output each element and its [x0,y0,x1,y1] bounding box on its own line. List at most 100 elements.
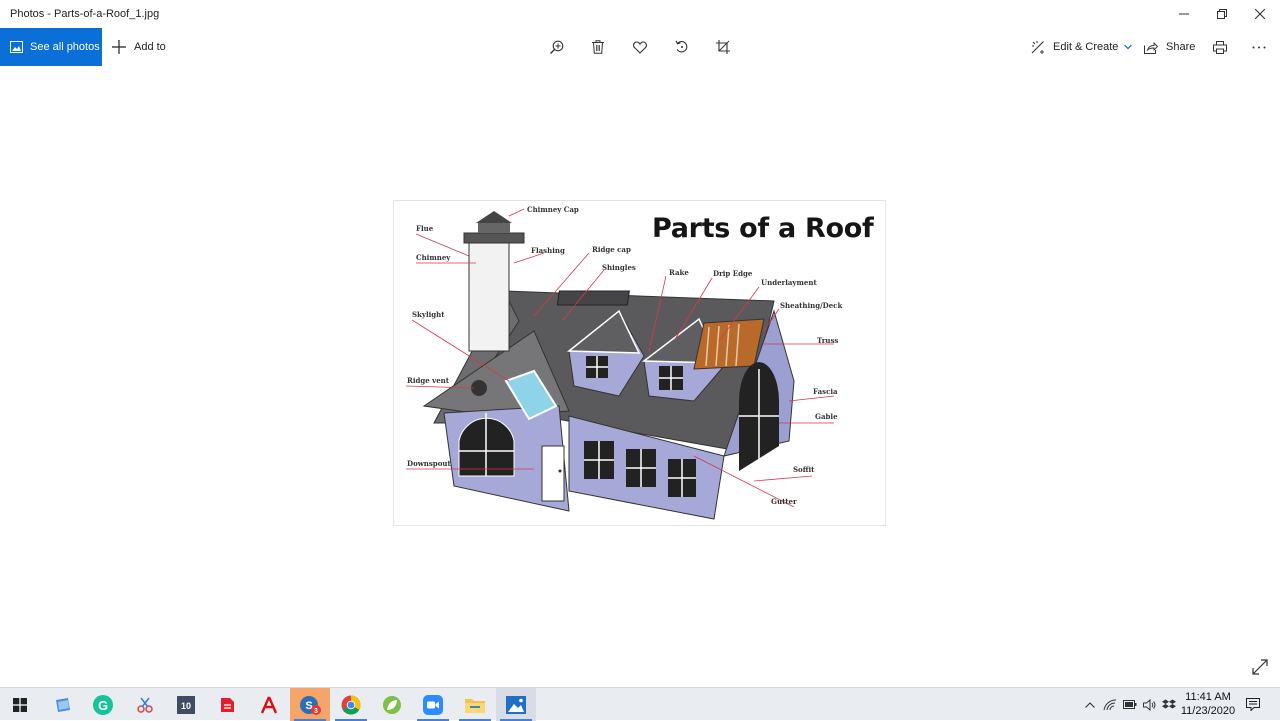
label-chimney: Chimney [416,253,451,262]
share-button[interactable]: Share [1144,28,1195,66]
tray-dropbox[interactable] [1161,688,1177,721]
chevron-down-icon [1124,44,1133,50]
zoom-app-icon [423,694,443,715]
svg-text:3: 3 [314,708,318,715]
label-sheathing: Sheathing/Deck [780,301,843,310]
print-button[interactable] [1213,28,1227,66]
photo-canvas[interactable]: Parts of a Roof Chimney Cap Flue Flashin… [393,200,886,526]
taskbar-app-grammarly[interactable]: G [83,688,123,721]
taskbar-app-nitro[interactable] [372,688,412,721]
battery-icon [1123,700,1137,709]
taskbar-app-chrome[interactable] [331,688,371,721]
notifications-icon [1246,698,1260,711]
rotate-button[interactable] [675,28,689,66]
favorite-button[interactable] [633,28,647,66]
label-ridge-cap: Ridge cap [592,245,631,254]
trash-icon [592,40,604,54]
taskbar-app-files[interactable] [43,688,83,721]
heart-icon [633,40,647,54]
label-truss: Truss [817,336,839,345]
tray-overflow-button[interactable] [1082,688,1098,721]
dropbox-icon [1162,699,1176,708]
taskbar-app-photos[interactable] [496,688,536,721]
chrome-icon [341,695,361,715]
delete-button[interactable] [592,28,604,66]
label-fascia: Fascia [813,387,838,396]
pdf-icon [221,697,234,712]
scissors-icon [137,697,153,713]
rotate-icon [675,40,688,53]
label-ridge-vent: Ridge vent [407,376,449,385]
crop-button[interactable] [716,28,730,66]
label-flashing: Flashing [531,246,565,255]
grammarly-icon: G [93,694,113,715]
close-button[interactable] [1241,0,1279,28]
taskbar-app-snipping[interactable] [125,688,165,721]
label-soffit: Soffit [793,465,815,474]
label-rake: Rake [669,268,689,277]
minimize-icon [1179,13,1189,15]
window-title: Photos - Parts-of-a-Roof_1.jpg [10,8,160,20]
tray-battery[interactable] [1122,688,1138,721]
restore-button[interactable] [1203,0,1241,28]
photos-icon [10,41,23,53]
label-flue: Flue [416,224,434,233]
label-downspout: Downspout [407,459,451,468]
label-underlayment: Underlayment [761,278,817,287]
wifi-icon [1103,698,1117,710]
svg-text:10: 10 [181,701,191,711]
expand-icon [1252,659,1268,675]
taskbar-app-ten[interactable]: 10 [166,688,206,721]
label-gable: Gable [815,412,838,421]
plus-icon [112,40,126,54]
photo-title: Parts of a Roof [652,213,874,244]
edit-create-label: Edit & Create [1053,41,1119,53]
tray-network[interactable] [1102,688,1118,721]
leaf-app-icon [383,695,401,714]
zoom-button[interactable] [550,28,564,66]
folder-icon [465,698,485,713]
taskbar-app-zoom[interactable] [413,688,453,721]
edit-create-button[interactable]: Edit & Create [1031,28,1133,66]
start-button[interactable] [0,688,40,721]
taskbar-app-screencast[interactable]: S3 [290,688,330,721]
add-to-button[interactable]: Add to [112,28,166,66]
printer-icon [1213,40,1227,54]
more-options-button[interactable] [1252,28,1266,66]
label-drip-edge: Drip Edge [713,269,753,278]
tray-volume[interactable] [1142,688,1158,721]
toolbar: See all photos Add to Edit & Create Shar… [0,28,1280,66]
chimney [468,240,510,352]
title-bar: Photos - Parts-of-a-Roof_1.jpg [0,0,1280,28]
speaker-icon [1143,698,1156,711]
restore-icon [1217,9,1227,19]
taskbar: G 10 S3 11:41 AM 11/23/2020 [0,687,1280,721]
taskbar-app-reader[interactable] [207,688,247,721]
share-icon [1144,41,1158,54]
add-to-label: Add to [134,41,166,53]
acrobat-icon [260,696,278,713]
label-skylight: Skylight [412,310,445,319]
see-all-photos-label: See all photos [30,41,100,53]
system-clock[interactable]: 11:41 AM 11/23/2020 [1176,690,1240,718]
label-gutter: Gutter [771,497,797,506]
svg-text:G: G [98,698,108,713]
photos-app-icon [506,695,526,714]
label-chimney-cap: Chimney Cap [527,205,579,214]
zoom-in-icon [550,40,564,54]
chevron-up-icon [1085,701,1095,708]
fullscreen-button[interactable] [1252,659,1268,675]
close-icon [1255,9,1265,19]
taskbar-app-acrobat[interactable] [249,688,289,721]
app-10-icon: 10 [177,695,195,714]
blue-file-icon [56,697,70,712]
clock-time: 11:41 AM [1185,691,1231,703]
see-all-photos-button[interactable]: See all photos [0,28,102,66]
action-center-button[interactable] [1245,688,1261,721]
taskbar-app-explorer[interactable] [455,688,495,721]
minimize-button[interactable] [1165,0,1203,28]
edit-icon [1031,41,1044,54]
crop-icon [716,40,730,54]
windows-logo-icon [13,697,27,712]
more-icon [1252,46,1266,48]
